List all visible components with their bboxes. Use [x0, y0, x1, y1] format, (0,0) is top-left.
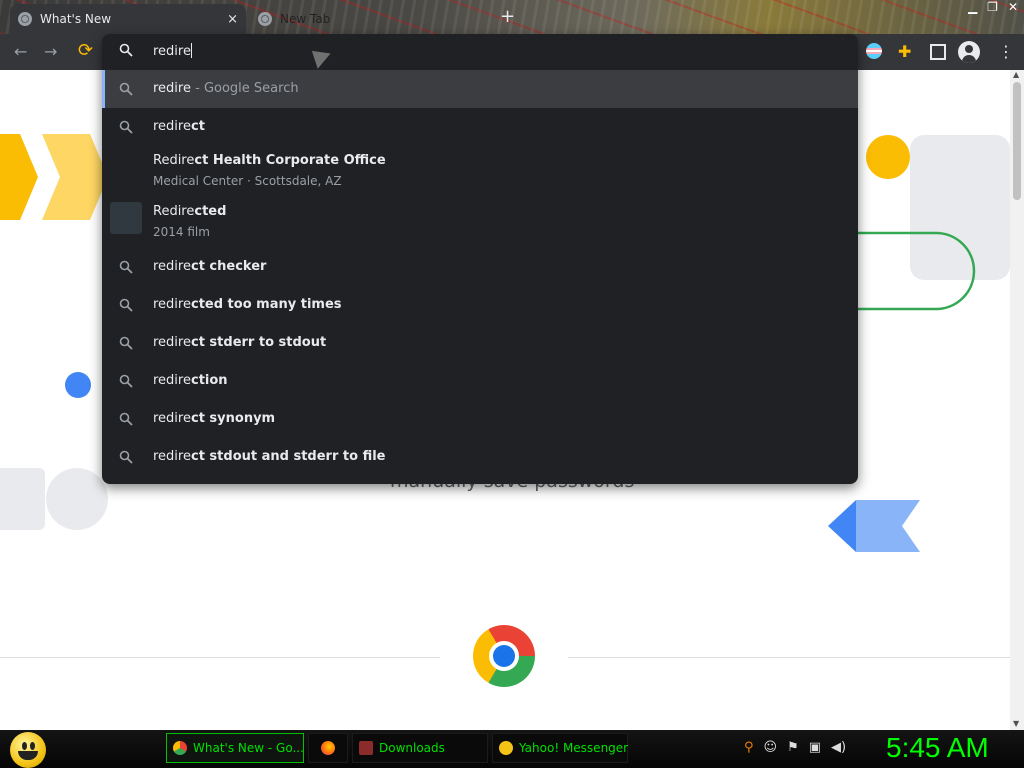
close-tab-icon[interactable]: × [227, 12, 238, 27]
flag-tray-icon[interactable]: ⚑ [787, 740, 799, 755]
search-icon [119, 412, 133, 426]
yahoo-messenger-icon [499, 741, 513, 755]
grey-square-decoration [0, 468, 45, 530]
scroll-up-icon[interactable]: ▲ [1013, 70, 1019, 79]
suggestion-subtitle: Medical Center · Scottsdale, AZ [153, 174, 342, 188]
forward-icon[interactable]: → [44, 42, 57, 61]
suggestion-entity-redirected-film[interactable]: Redirected 2014 film [102, 196, 858, 246]
suggestion-item[interactable]: redirect [102, 108, 858, 146]
maximize-icon[interactable]: ❐ [987, 0, 998, 14]
search-icon [119, 298, 133, 312]
window-controls: ▁ ❐ ✕ [968, 0, 1018, 14]
address-input[interactable]: redire [153, 43, 192, 59]
taskbar-button-chrome[interactable]: What's New - Go... [166, 733, 304, 763]
suggestion-item[interactable]: redirect checker [102, 248, 858, 286]
minimize-icon[interactable]: ▁ [968, 0, 977, 14]
suggestion-text: redirect checker [153, 259, 267, 274]
suggestion-item[interactable]: redirected too many times [102, 286, 858, 324]
green-line-decoration [850, 230, 976, 312]
search-icon [119, 450, 133, 464]
blue-chevron-decoration [828, 500, 924, 552]
taskbar-button-label: Downloads [379, 741, 445, 755]
new-tab-button[interactable]: + [500, 6, 515, 27]
suggestion-text: Redirect Health Corporate Office [153, 153, 386, 168]
suggestion-item[interactable]: redirection [102, 362, 858, 400]
tab-whats-new[interactable]: What's New × [10, 4, 246, 34]
close-window-icon[interactable]: ✕ [1008, 0, 1018, 14]
search-icon [119, 336, 133, 350]
chrome-menu-icon[interactable]: ⋮ [998, 42, 1014, 61]
suggestion-item[interactable]: redirect stdout and stderr to file [102, 438, 858, 476]
reload-icon[interactable]: ⟳ [78, 40, 93, 61]
search-icon [119, 374, 133, 388]
suggestion-google-search[interactable]: redire - Google Search [102, 70, 858, 108]
taskbar-button-firefox[interactable] [308, 733, 348, 763]
suggestion-text: redire - Google Search [153, 81, 299, 96]
scroll-thumb[interactable] [1013, 82, 1021, 200]
yellow-circle-decoration [866, 135, 910, 179]
extensions-puzzle-icon[interactable]: ✚ [898, 42, 911, 61]
suggestion-item[interactable]: redirect stderr to stdout [102, 324, 858, 362]
taskbar-clock[interactable]: 5:45 AM [886, 732, 989, 764]
volume-tray-icon[interactable]: ◀) [831, 740, 846, 755]
tab-strip: What's New × New Tab + ▁ ❐ ✕ [0, 0, 1024, 34]
suggestion-entity-redirect-health[interactable]: Redirect Health Corporate Office Medical… [102, 146, 858, 196]
extension-flag-icon[interactable] [866, 43, 882, 59]
suggestion-text: redirect stderr to stdout [153, 335, 327, 350]
chrome-icon [173, 741, 187, 755]
suggestion-item[interactable]: redirect synonym [102, 400, 858, 438]
suggestion-text: redirect synonym [153, 411, 276, 426]
search-tray-icon[interactable]: ⚲ [744, 740, 754, 755]
taskbar: What's New - Go... Downloads Yahoo! Mess… [0, 730, 1024, 768]
network-tray-icon[interactable]: ▣ [809, 740, 821, 755]
chrome-favicon-icon [18, 12, 32, 26]
suggestion-text: redirect stdout and stderr to file [153, 449, 386, 464]
tab-new-tab[interactable]: New Tab [250, 4, 486, 34]
downloads-icon [359, 741, 373, 755]
search-icon [119, 82, 133, 96]
taskbar-button-yahoo-messenger[interactable]: Yahoo! Messenger [492, 733, 628, 763]
search-icon [119, 260, 133, 274]
suggestion-text: redirect [153, 119, 205, 134]
suggestion-text: Redirected [153, 204, 227, 219]
taskbar-button-downloads[interactable]: Downloads [352, 733, 488, 763]
divider-right [568, 657, 1010, 658]
suggestion-text: redirected too many times [153, 297, 342, 312]
tab-title: What's New [40, 12, 112, 26]
chrome-favicon-icon [258, 12, 272, 26]
divider-left [0, 657, 440, 658]
side-panel-icon[interactable] [930, 44, 946, 60]
page-scrollbar[interactable]: ▲ ▼ [1010, 70, 1024, 730]
tab-title: New Tab [280, 12, 331, 26]
firefox-icon [321, 741, 335, 755]
suggestion-text: redirection [153, 373, 228, 388]
scroll-down-icon[interactable]: ▼ [1013, 719, 1019, 728]
omnibox-dropdown: redire redire - Google Search redirect R… [102, 34, 858, 484]
profile-avatar-icon[interactable] [958, 41, 980, 63]
taskbar-button-label: What's New - Go... [193, 741, 304, 755]
search-icon [119, 43, 133, 57]
grey-circle-decoration [46, 468, 108, 530]
film-thumbnail [110, 202, 142, 234]
search-icon [119, 120, 133, 134]
address-bar[interactable]: redire [102, 34, 858, 70]
messenger-tray-icon[interactable]: ☺ [764, 740, 778, 755]
taskbar-button-label: Yahoo! Messenger [519, 741, 629, 755]
chrome-logo-icon [473, 625, 535, 687]
suggestion-subtitle: 2014 film [153, 225, 210, 239]
back-icon[interactable]: ← [14, 42, 27, 61]
start-button-smiley-icon[interactable] [10, 732, 46, 768]
blue-dot-decoration [65, 372, 91, 398]
system-tray: ⚲ ☺ ⚑ ▣ ◀) [744, 740, 846, 755]
